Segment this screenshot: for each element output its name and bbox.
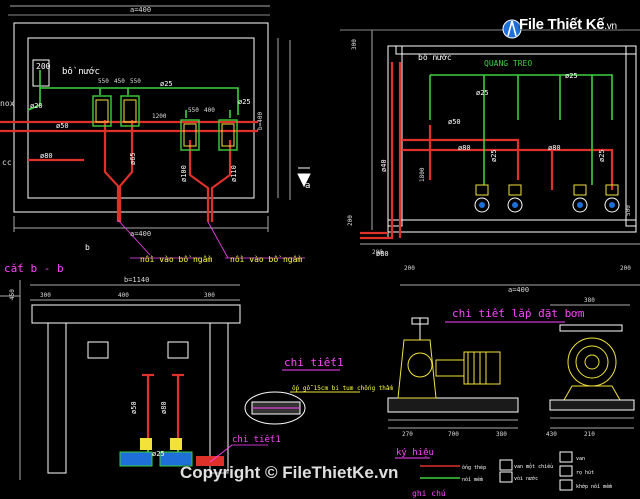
section-a-tank-label: bồ nước (418, 52, 452, 62)
section-b-dim-3: 450 (9, 289, 16, 300)
pump-motor (463, 351, 501, 385)
pump-detail-dim-2: 380 (496, 431, 507, 438)
legend-symbol-0: ống thép (462, 464, 486, 471)
pump-detail-dim-5: 430 (546, 431, 557, 438)
copyright-watermark: Copyright © FileThietKe.vn (180, 463, 399, 482)
plan-pipe-label-4: ø80 (40, 152, 53, 160)
legend-note-title: ghi chú (412, 489, 446, 498)
drawing-canvas: a=400 200 bồ nước ø25 ø25 ø20 ø50 ø80 ø6… (0, 0, 640, 499)
plan-dim-0: 550 (98, 78, 109, 85)
section-a-dim-4: 200 (620, 265, 631, 272)
legend-desc-3: rọ hút (576, 469, 594, 476)
plan-dim-5: 1200 (152, 113, 167, 120)
plan-section-mark-b: b (85, 243, 90, 252)
pump-volute (397, 339, 437, 399)
section-a-pumps (474, 184, 620, 213)
section-b-top-dim: b=1140 (124, 276, 149, 284)
section-a-hanger-label: QUANG TREO (484, 59, 532, 68)
pump-base (387, 397, 519, 413)
section-b-pipe-label-2: ø25 (152, 450, 165, 458)
pump-shaft (435, 359, 465, 377)
section-b-left-wall (47, 322, 67, 474)
section-b-title: cắt b - b (4, 262, 64, 275)
plan-section-mark-a: a (305, 181, 310, 191)
section-a-floor (387, 219, 637, 233)
section-a-dim-3: 200 (404, 265, 415, 272)
section-b-dim-1: 400 (118, 292, 129, 299)
plan-dim-6: b=400 (257, 112, 264, 130)
pump-detail-title: chi tiết lắp đặt bơm (452, 307, 585, 320)
plan-pipe-label-6: ø100 (180, 165, 188, 182)
pump-detail-dim-1: 700 (448, 431, 459, 438)
section-a-dim-1: 200 (347, 215, 354, 226)
plan-pipe-label-1: ø25 (238, 98, 251, 106)
plan-pipe-label-0: ø25 (160, 80, 173, 88)
section-b-roof (31, 304, 241, 324)
section-b-dim-2: 300 (204, 292, 215, 299)
detail-1-note: ốp gỗ 15cm bi tum chống thấm (292, 385, 394, 392)
plan-top-dim: a=400 (130, 6, 151, 14)
plan-pipe-label-2: ø20 (30, 102, 43, 110)
pump-detail-dim-0: 270 (402, 431, 413, 438)
legend-desc-2: van (576, 456, 585, 462)
section-a-pipe-label-2: ø50 (448, 118, 461, 126)
section-a-pipe-label-1: ø25 (565, 72, 578, 80)
section-b-dim-0: 300 (40, 292, 51, 299)
plan-pipe-label-7: ø110 (230, 165, 238, 182)
section-a-dim-2: 300 (351, 39, 358, 50)
section-a-pipe-label-4: ø25 (490, 149, 498, 162)
pump-detail-dim-3: 380 (584, 297, 595, 304)
section-a-dim-0: 1800 (419, 167, 426, 182)
plan-leaders (117, 219, 305, 259)
section-a-pipe-label-5: ø25 (598, 149, 606, 162)
plan-dim-1: 450 (114, 78, 125, 85)
plan-inlet-label-2: nồi vào bồ ngầm (230, 254, 302, 264)
brand-suffix: .vn (604, 21, 617, 32)
legend-desc-1: vòi nước (514, 475, 538, 482)
detail-1-title: chi tiết1 (284, 356, 344, 369)
plan-dim-4: 550 (188, 107, 199, 114)
plan-left-text-1: nox (0, 99, 15, 108)
brand-logo-text: File Thiết Kế.vn (519, 16, 617, 33)
detail-1 (244, 369, 360, 425)
section-a-pipe-label-6: ø40 (380, 159, 388, 172)
plan-inlet-label-1: nồi vào bồ ngầm (140, 254, 212, 264)
section-a-pipe-label-3: ø80 (458, 144, 471, 152)
section-b-pumps (119, 438, 224, 467)
plan-view (8, 5, 291, 232)
section-b (0, 280, 241, 480)
legend-desc-0: van một chiều (514, 463, 553, 470)
detail-1-callout: chi tiết1 (232, 434, 281, 445)
section-a-dim-7: 500 (625, 205, 632, 216)
plan-left-text-2: cc (2, 158, 12, 167)
section-a-right-wall (625, 45, 637, 227)
section-b-window-2 (167, 341, 189, 359)
cad-drawing: a=400 200 bồ nước ø25 ø25 ø20 ø50 ø80 ø6… (0, 5, 640, 498)
plan-dim-2: 550 (130, 78, 141, 85)
section-b-pump-1 (119, 451, 153, 467)
plan-pipe-label-3: ø50 (56, 122, 69, 130)
brand-main: File Thiết Kế (519, 16, 605, 33)
section-b-pipe-label-0: ø50 (130, 401, 138, 414)
pump-front-casing (567, 337, 617, 387)
plan-dim-3: 400 (204, 107, 215, 114)
legend-title: ký hiệu (396, 448, 434, 458)
section-a-bottom-pipe: ø80 (376, 250, 389, 258)
plan-bottom-dim: a=400 (130, 230, 151, 238)
section-a-dim-5: a=400 (508, 286, 529, 294)
legend-symbol-1: nối mềm (462, 476, 483, 483)
section-a-pipe-label-7: ø80 (548, 144, 561, 152)
pump-detail-front (549, 304, 635, 429)
plan-pipe-label-5: ø65 (129, 152, 137, 165)
pump-detail-side (387, 317, 565, 429)
plan-tank-label: bồ nước (62, 66, 100, 77)
section-a-pipe-label-0: ø25 (476, 89, 489, 97)
plan-tank-level: 200 (36, 62, 51, 71)
section-b-pipe-label-1: ø80 (160, 401, 168, 414)
section-b-window-1 (87, 341, 109, 359)
pump-detail-dim-4: 210 (584, 431, 595, 438)
legend-desc-4: khớp nối mềm (576, 483, 612, 490)
plan-inner-wall (27, 37, 255, 199)
section-a-green-pipes (429, 74, 613, 185)
